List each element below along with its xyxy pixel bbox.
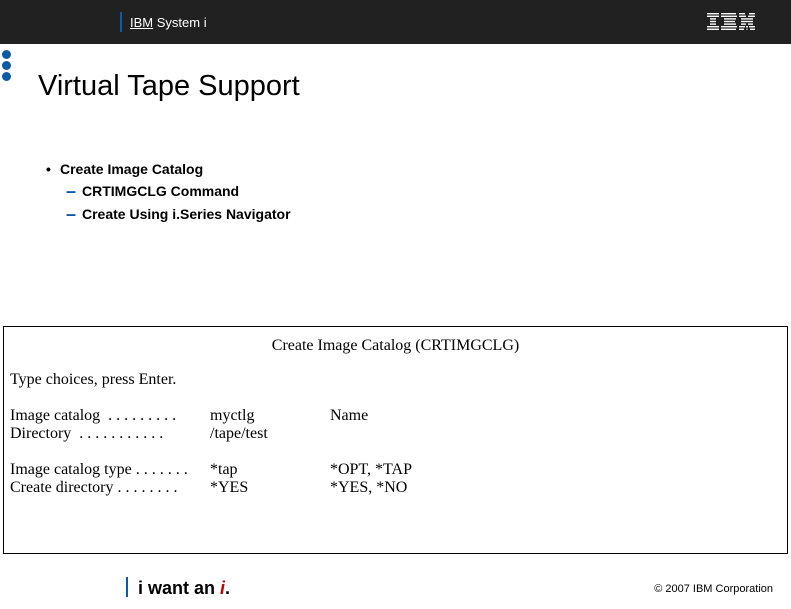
field-label: Directory . . . . . . . . . . . — [10, 425, 210, 443]
bullet-text: Create Image Catalog — [60, 158, 203, 180]
field-label: Image catalog type . . . . . . . — [10, 461, 210, 479]
brand-prefix: IBM — [130, 15, 153, 30]
slide: IBM System i — [0, 0, 791, 609]
ibm-logo-icon — [707, 13, 755, 31]
field-row: Image catalog type . . . . . . . *tap *O… — [10, 461, 781, 479]
tagline-pre: i want an — [138, 578, 220, 598]
bullet-marker-icon: • — [46, 158, 60, 180]
bullet-item: • Create Image Catalog — [46, 158, 291, 180]
copyright: © 2007 IBM Corporation — [654, 583, 773, 595]
field-row: Create directory . . . . . . . . *YES *Y… — [10, 479, 781, 497]
tagline-post: . — [225, 578, 230, 598]
field-options: *YES, *NO — [330, 479, 407, 497]
sub-bullet-item: – CRTIMGCLG Command — [66, 180, 291, 202]
field-label: Image catalog . . . . . . . . . — [10, 407, 210, 425]
command-panel: Create Image Catalog (CRTIMGCLG) Type ch… — [3, 326, 788, 554]
brand-accent-bar — [120, 12, 122, 32]
field-value: /tape/test — [210, 425, 310, 443]
dash-marker-icon: – — [66, 205, 82, 225]
tagline: i want an i. — [138, 578, 230, 599]
field-options: Name — [330, 407, 368, 425]
field-row: Image catalog . . . . . . . . . myctlg N… — [10, 407, 781, 425]
field-value: myctlg — [210, 407, 310, 425]
panel-title: Create Image Catalog (CRTIMGCLG) — [10, 337, 781, 355]
field-options: *OPT, *TAP — [330, 461, 412, 479]
footer: i want an i. © 2007 IBM Corporation — [0, 573, 791, 603]
field-value: *tap — [210, 461, 310, 479]
header-bar: IBM System i — [0, 0, 791, 44]
page-title: Virtual Tape Support — [38, 70, 300, 103]
field-row: Directory . . . . . . . . . . . /tape/te… — [10, 425, 781, 443]
dots-decoration-icon — [0, 48, 14, 83]
field-label: Create directory . . . . . . . . — [10, 479, 210, 497]
panel-instruction: Type choices, press Enter. — [10, 371, 781, 389]
brand-rest: System i — [153, 15, 206, 30]
bullet-list: • Create Image Catalog – CRTIMGCLG Comma… — [46, 158, 291, 225]
field-value: *YES — [210, 479, 310, 497]
footer-accent-bar — [126, 577, 128, 597]
sub-bullet-text: CRTIMGCLG Command — [82, 180, 239, 202]
dash-marker-icon: – — [66, 182, 82, 202]
brand: IBM System i — [120, 12, 207, 32]
sub-bullet-item: – Create Using i.Series Navigator — [66, 203, 291, 225]
brand-text: IBM System i — [130, 15, 207, 30]
sub-bullet-text: Create Using i.Series Navigator — [82, 203, 291, 225]
